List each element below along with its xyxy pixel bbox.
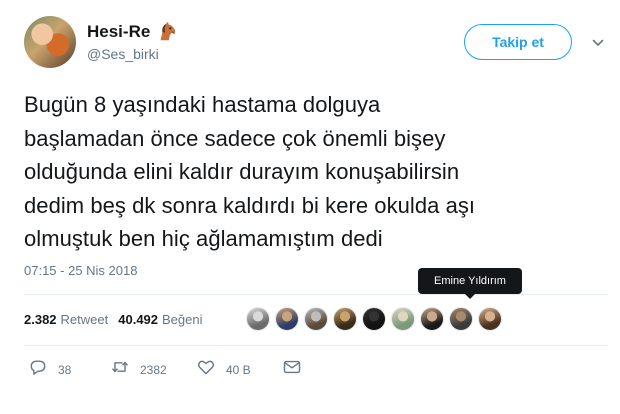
tooltip-arrow (464, 293, 476, 299)
tweet-text-line: Bugün 8 yaşındaki hastama dolguya (24, 92, 381, 117)
reply-icon (28, 357, 48, 382)
tweet-text-line: olmuştuk ben hiç ağlamamıştım dedi (24, 226, 383, 251)
liker-tooltip: Emine Yıldırım (418, 268, 522, 294)
like-count-label[interactable]: Beğeni (162, 312, 202, 327)
liker-avatar[interactable] (304, 307, 328, 331)
retweet-action-count: 2382 (140, 362, 167, 377)
liker-avatar[interactable] (391, 307, 415, 331)
divider (24, 345, 608, 346)
chevron-down-icon[interactable] (592, 36, 604, 48)
reply-count: 38 (58, 362, 72, 377)
retweet-icon (110, 357, 130, 382)
direct-message-button[interactable] (282, 357, 302, 382)
author-name-row: Hesi-Re (87, 21, 178, 43)
retweet-count-value[interactable]: 2.382 (24, 312, 57, 327)
tweet-text-line: başlamadan önce sadece çok önemli bişey (24, 125, 446, 151)
like-button[interactable]: 40 B (196, 357, 282, 382)
liker-avatar[interactable] (420, 307, 444, 331)
like-count-value[interactable]: 40.492 (118, 312, 158, 327)
retweet-count-label[interactable]: Retweet (61, 312, 109, 327)
tweet-actions: 38 2382 40 B (28, 357, 302, 382)
heart-icon (196, 357, 216, 382)
liker-avatars (246, 307, 502, 331)
tweet-text: Bugün 8 yaşındaki hastama dolguya başlam… (24, 88, 614, 256)
like-action-count: 40 B (226, 362, 251, 377)
author-display-name[interactable]: Hesi-Re (87, 22, 150, 42)
author-handle[interactable]: @Ses_birki (87, 46, 159, 62)
liker-avatar[interactable] (449, 307, 473, 331)
liker-avatar[interactable] (275, 307, 299, 331)
liker-avatar[interactable] (246, 307, 270, 331)
liker-avatar[interactable] (478, 307, 502, 331)
tweet-timestamp[interactable]: 07:15 - 25 Nis 2018 (24, 263, 137, 278)
retweet-button[interactable]: 2382 (110, 357, 196, 382)
horse-face-icon (156, 21, 178, 43)
avatar[interactable] (24, 16, 76, 68)
reply-button[interactable]: 38 (28, 357, 110, 382)
tweet-card: Hesi-Re @Ses_birki Takip et Bugün 8 yaşı… (0, 0, 620, 414)
divider (24, 294, 608, 295)
liker-avatar[interactable] (362, 307, 386, 331)
follow-button[interactable]: Takip et (464, 24, 572, 60)
tweet-text-line: olduğunda elini kaldır durayım konuşabil… (24, 159, 460, 184)
envelope-icon (282, 357, 302, 382)
liker-avatar[interactable] (333, 307, 357, 331)
tweet-stats: 2.382 Retweet 40.492 Beğeni (24, 312, 203, 327)
tweet-text-line: dedim beş dk sonra kaldırdı bi kere okul… (24, 192, 476, 218)
